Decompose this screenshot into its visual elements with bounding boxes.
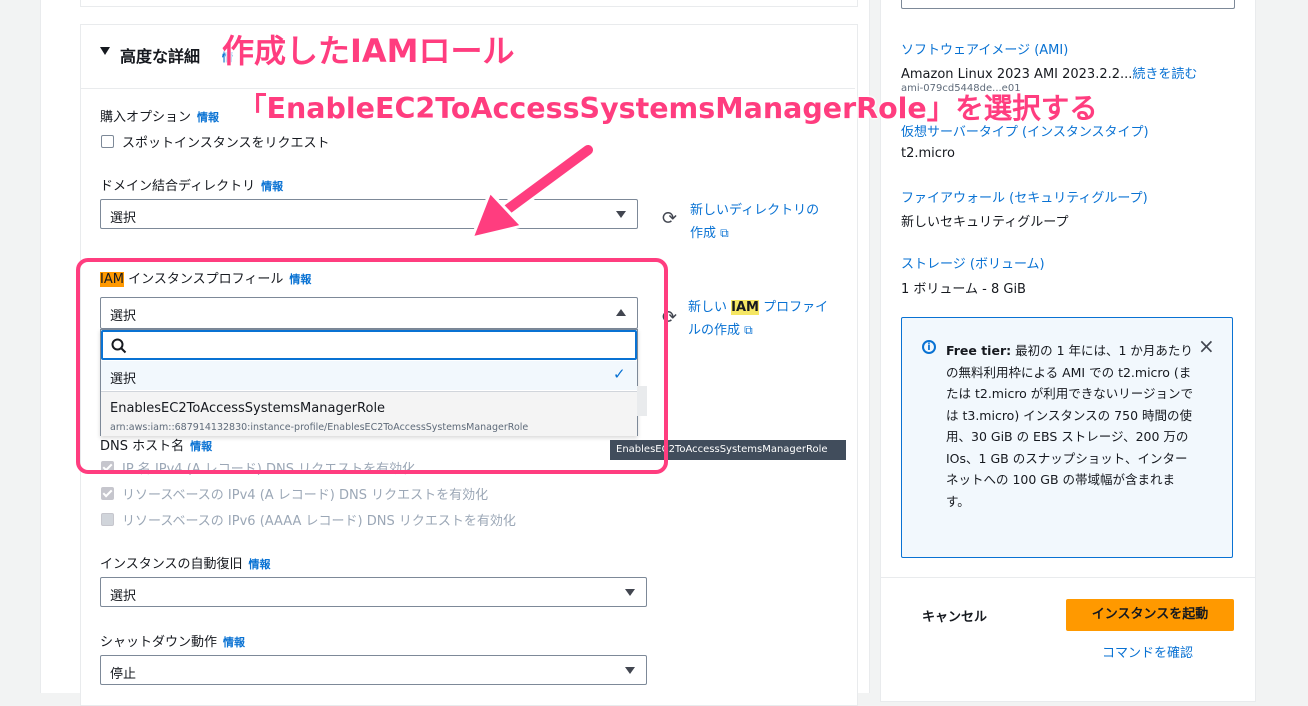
dns-resource-ipv4-label: リソースベースの IPv4 (A レコード) DNS リクエストを有効化	[122, 488, 489, 503]
new-iam-profile-link[interactable]: 新しい IAM プロファイ ルの作成 ⧉	[688, 297, 828, 342]
spot-instance-label: スポットインスタンスをリクエスト	[122, 136, 330, 151]
ami-read-more-link[interactable]: 続きを読む	[1132, 67, 1197, 82]
domain-directory-value: 選択	[110, 211, 137, 226]
auto-recovery-info-link[interactable]: 情報	[248, 558, 270, 571]
storage-value: 1 ボリューム - 8 GiB	[901, 282, 1026, 297]
annotation-subtitle: 「EnableEC2ToAccessSystemsManagerRole」を選択…	[238, 92, 1098, 125]
advanced-details-title[interactable]: 高度な詳細	[120, 43, 200, 67]
cancel-button[interactable]: キャンセル	[922, 606, 987, 625]
storage-link[interactable]: ストレージ (ボリューム)	[901, 253, 1045, 272]
refresh-icon[interactable]: ⟳	[662, 208, 677, 229]
close-icon[interactable]: ×	[1198, 334, 1215, 358]
previous-section-card	[80, 0, 858, 7]
instance-type-value: t2.micro	[901, 146, 955, 161]
ami-link[interactable]: ソフトウェアイメージ (AMI)	[901, 39, 1068, 58]
shutdown-value: 停止	[110, 667, 137, 682]
auto-recovery-value: 選択	[110, 589, 137, 604]
dns-resource-ipv6-checkbox	[101, 513, 114, 526]
new-directory-link[interactable]: 新しいディレクトリの 作成 ⧉	[690, 200, 819, 245]
annotation-highlight-frame	[76, 258, 668, 474]
summary-divider	[881, 577, 1255, 578]
launch-instance-button[interactable]: インスタンスを起動	[1066, 599, 1234, 631]
external-link-icon: ⧉	[744, 323, 753, 337]
free-tier-alert: i Free tier: 最初の 1 年には、1 か月あたりの無料利用枠による …	[901, 317, 1233, 558]
spot-instance-checkbox[interactable]	[101, 135, 114, 148]
chevron-down-icon	[616, 211, 626, 218]
shutdown-info-link[interactable]: 情報	[223, 636, 245, 649]
domain-directory-label: ドメイン結合ディレクトリ 情報	[100, 179, 284, 194]
dns-resource-ipv6-label: リソースベースの IPv6 (AAAA レコード) DNS リクエストを有効化	[122, 514, 516, 529]
collapse-caret-icon[interactable]	[100, 47, 110, 55]
chevron-down-icon	[625, 667, 635, 674]
annotation-title: 作成したIAMロール	[222, 32, 515, 70]
free-tier-text: Free tier: 最初の 1 年には、1 か月あたりの無料利用枠による AM…	[946, 343, 1194, 509]
purchase-option-label: 購入オプション 情報	[100, 110, 220, 125]
shutdown-select[interactable]: 停止	[100, 655, 647, 685]
ami-value: Amazon Linux 2023 AMI 2023.2.2...続きを読む	[901, 67, 1198, 82]
dns-resource-ipv4-checkbox	[101, 487, 114, 500]
chevron-down-icon	[625, 589, 635, 596]
shutdown-label: シャットダウン動作 情報	[100, 635, 246, 650]
confirm-command-link[interactable]: コマンドを確認	[1102, 642, 1193, 661]
info-icon: i	[922, 340, 936, 354]
external-link-icon: ⧉	[720, 226, 729, 240]
annotation-arrow-icon	[469, 142, 596, 241]
firewall-value: 新しいセキュリティグループ	[901, 215, 1069, 230]
instance-count-input[interactable]	[901, 0, 1235, 9]
auto-recovery-select[interactable]: 選択	[100, 577, 647, 607]
domain-directory-info-link[interactable]: 情報	[261, 180, 283, 193]
auto-recovery-label: インスタンスの自動復旧 情報	[100, 557, 271, 572]
purchase-option-info-link[interactable]: 情報	[197, 111, 219, 124]
firewall-link[interactable]: ファイアウォール (セキュリティグループ)	[901, 187, 1148, 206]
